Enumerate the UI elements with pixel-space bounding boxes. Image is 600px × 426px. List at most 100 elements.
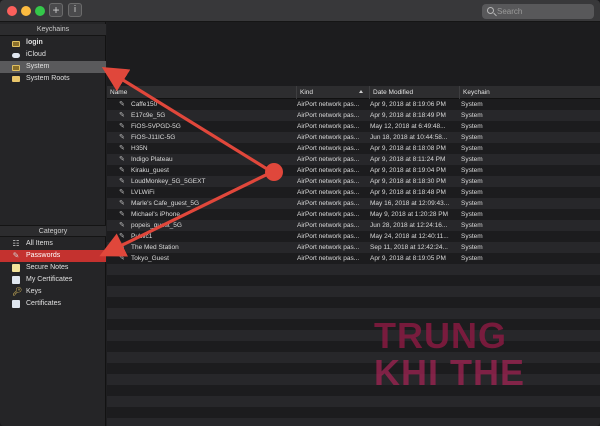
password-item-icon: ✎: [119, 134, 125, 141]
table-row[interactable]: ✎ popeis_guest_5G AirPort network pas... Ju…: [107, 220, 600, 231]
sort-ascending-icon: [359, 90, 363, 93]
sidebar-item-label: iCloud: [26, 51, 46, 58]
cell-name: LVLWiFi: [131, 189, 155, 196]
table-row[interactable]: ✎ FiOS-J11IC-5G AirPort network pas... Jun …: [107, 132, 600, 143]
password-item-icon: ✎: [119, 244, 125, 251]
sidebar-item-keys[interactable]: 🔑︎ Keys: [0, 286, 106, 298]
sidebar-item-label: Passwords: [26, 252, 61, 259]
cell-kind: AirPort network pas...: [297, 189, 360, 196]
table-row[interactable]: ✎ H35N AirPort network pas... Apr 9, 2018 a…: [107, 143, 600, 154]
add-item-button[interactable]: +: [49, 3, 63, 17]
close-window-button[interactable]: [7, 6, 17, 16]
table-row[interactable]: ✎ FiOS-5VPGD-5G AirPort network pas... May …: [107, 121, 600, 132]
table-row[interactable]: ✎ The Med Station AirPort network pas... Se…: [107, 242, 600, 253]
cloud-icon: [12, 53, 20, 58]
cell-name: Marle's Cafe_guest_5G: [131, 200, 200, 207]
sidebar-item-my-certificates[interactable]: My Certificates: [0, 274, 106, 286]
column-header-keychain[interactable]: Keychain: [460, 86, 600, 99]
cell-date-modified: Apr 9, 2018 at 8:19:06 PM: [370, 101, 446, 108]
get-info-button[interactable]: i: [68, 3, 82, 17]
password-item-icon: ✎: [119, 233, 125, 240]
table-row[interactable]: ✎ E17c9e_5G AirPort network pas... Apr 9, 2…: [107, 110, 600, 121]
table-row[interactable]: ✎ Kiraku_guest AirPort network pas... Apr 9…: [107, 165, 600, 176]
cell-name: popeis_guest_5G: [131, 222, 182, 229]
cell-name: Public1: [131, 233, 153, 240]
table-row[interactable]: ✎ Public1 AirPort network pas... May 24, 20…: [107, 231, 600, 242]
sidebar-item-label: Secure Notes: [26, 264, 69, 271]
empty-row-stripe: [107, 264, 600, 275]
watermark-line-2: KHI THE: [374, 352, 525, 393]
cell-keychain: System: [461, 101, 483, 108]
sidebar-item-passwords[interactable]: ✎ Passwords: [0, 250, 106, 262]
cell-name: The Med Station: [131, 244, 179, 251]
sidebar-item-system-roots[interactable]: System Roots: [0, 73, 106, 85]
zoom-window-button[interactable]: [35, 6, 45, 16]
cell-keychain: System: [461, 167, 483, 174]
cell-date-modified: May 9, 2018 at 1:20:28 PM: [370, 211, 449, 218]
sidebar-item-secure-notes[interactable]: Secure Notes: [0, 262, 106, 274]
cell-kind: AirPort network pas...: [297, 211, 360, 218]
password-item-icon: ✎: [119, 189, 125, 196]
column-header-name[interactable]: Name: [107, 86, 297, 99]
keychains-heading: Keychains: [0, 24, 106, 36]
sidebar-item-label: System Roots: [26, 75, 70, 82]
column-header-date-modified[interactable]: Date Modified: [370, 86, 460, 99]
table-row[interactable]: ✎ Indigo Plateau AirPort network pas... Apr…: [107, 154, 600, 165]
cell-kind: AirPort network pas...: [297, 244, 360, 251]
sidebar-item-label: All Items: [26, 240, 53, 247]
cell-keychain: System: [461, 123, 483, 130]
cell-date-modified: Sep 11, 2018 at 12:42:24...: [370, 244, 448, 251]
category-heading: Category: [0, 225, 106, 237]
password-item-icon: ✎: [119, 211, 125, 218]
minimize-window-button[interactable]: [21, 6, 31, 16]
watermark-line-1: TRUNG: [374, 315, 507, 356]
cell-kind: AirPort network pas...: [297, 112, 360, 119]
cell-kind: AirPort network pas...: [297, 233, 360, 240]
cell-kind: AirPort network pas...: [297, 123, 360, 130]
search-field[interactable]: [482, 4, 594, 19]
password-item-icon: ✎: [119, 101, 125, 108]
cell-kind: AirPort network pas...: [297, 200, 360, 207]
column-header-kind[interactable]: Kind: [297, 86, 370, 99]
cell-keychain: System: [461, 211, 483, 218]
password-item-icon: ✎: [119, 200, 125, 207]
watermark: TRUNG KHI THE: [374, 318, 584, 392]
cell-date-modified: May 16, 2018 at 12:09:43...: [370, 200, 450, 207]
sidebar-item-label: Certificates: [26, 300, 62, 307]
column-header-kind-label: Kind: [300, 89, 314, 96]
table-row[interactable]: ✎ LoudMonkey_5G_5GEXT AirPort network pas.…: [107, 176, 600, 187]
table-row[interactable]: ✎ Marle's Cafe_guest_5G AirPort network pa…: [107, 198, 600, 209]
sidebar-item-system[interactable]: System: [0, 61, 106, 73]
sidebar-item-icloud[interactable]: iCloud: [0, 49, 106, 61]
sidebar-item-login[interactable]: login: [0, 37, 106, 49]
table-row[interactable]: ✎ LVLWiFi AirPort network pas... Apr 9, 201…: [107, 187, 600, 198]
cell-date-modified: May 24, 2018 at 12:40:11...: [370, 233, 449, 240]
empty-row-stripe: [107, 286, 600, 297]
sidebar-item-label: login: [26, 39, 43, 46]
cell-date-modified: Jun 18, 2018 at 10:44:58...: [370, 134, 448, 141]
cell-date-modified: Apr 9, 2018 at 8:11:24 PM: [370, 156, 446, 163]
cell-name: Tokyo_Guest: [131, 255, 169, 262]
all-items-icon: ☷: [12, 239, 20, 248]
cell-date-modified: Apr 9, 2018 at 8:18:30 PM: [370, 178, 446, 185]
table-row[interactable]: ✎ Caffe150 AirPort network pas... Apr 9, 20…: [107, 99, 600, 110]
cell-name: LoudMonkey_5G_5GEXT: [131, 178, 206, 185]
cell-kind: AirPort network pas...: [297, 255, 360, 262]
table-row[interactable]: ✎ Michael's iPhone AirPort network pas... M…: [107, 209, 600, 220]
cell-name: Caffe150: [131, 101, 158, 108]
title-bar: + i: [0, 0, 600, 22]
cell-name: E17c9e_5G: [131, 112, 166, 119]
cell-keychain: System: [461, 134, 483, 141]
sidebar-item-certificates[interactable]: Certificates: [0, 298, 106, 310]
search-input[interactable]: [497, 4, 592, 19]
cell-date-modified: Apr 9, 2018 at 8:18:08 PM: [370, 145, 446, 152]
table-row[interactable]: ✎ Tokyo_Guest AirPort network pas... Apr 9,…: [107, 253, 600, 264]
sidebar-item-all-items[interactable]: ☷ All Items: [0, 238, 106, 250]
password-item-icon: ✎: [119, 255, 125, 262]
cell-name: FiOS-J11IC-5G: [131, 134, 176, 141]
cell-keychain: System: [461, 244, 483, 251]
cell-name: FiOS-5VPGD-5G: [131, 123, 181, 130]
cell-date-modified: May 12, 2018 at 6:49:48...: [370, 123, 446, 130]
cell-keychain: System: [461, 222, 483, 229]
password-item-icon: ✎: [119, 156, 125, 163]
